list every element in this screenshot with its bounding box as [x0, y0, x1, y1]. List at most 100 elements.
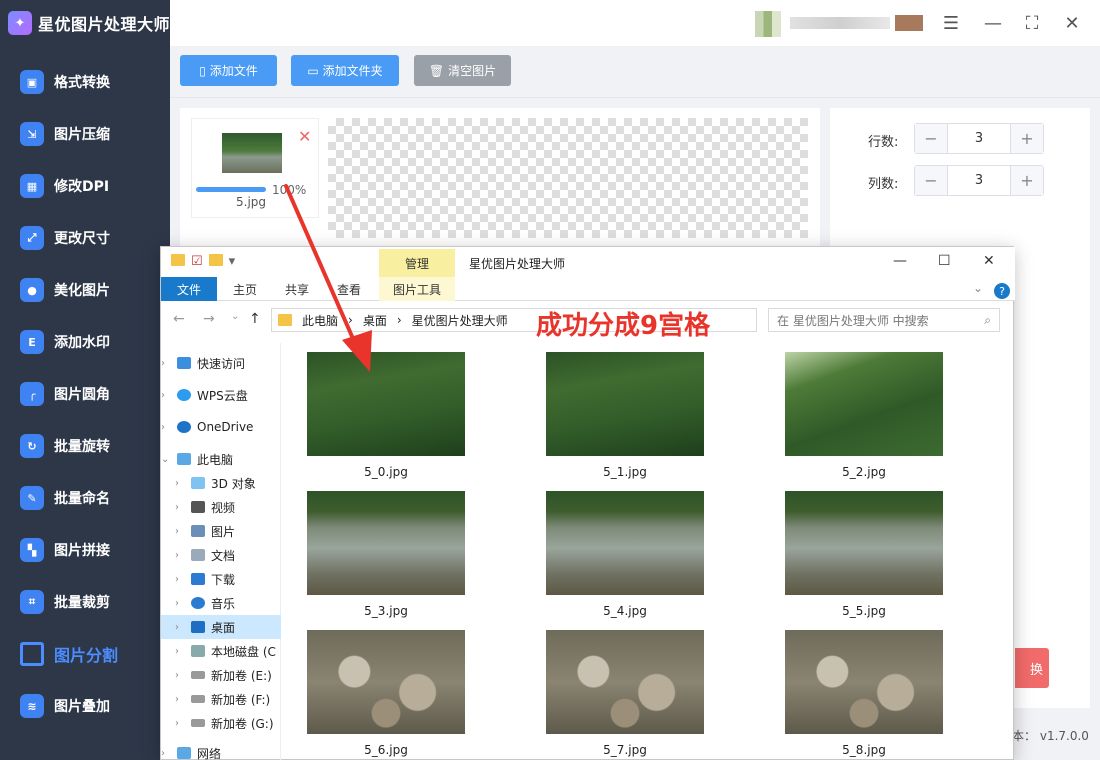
- nav-pictures[interactable]: › 图片: [161, 519, 281, 543]
- sidebar-item-split[interactable]: 图片分割: [0, 632, 170, 676]
- back-arrow-icon[interactable]: ←: [173, 311, 185, 327]
- ribbon-expand-icon[interactable]: ⌄: [973, 281, 983, 295]
- dropdown-icon[interactable]: ▾: [229, 254, 236, 269]
- sidebar-item-crop[interactable]: ⌗ 批量裁剪: [0, 580, 170, 624]
- file-thumbnail[interactable]: [307, 630, 465, 734]
- file-thumbnail[interactable]: [785, 352, 943, 456]
- nav-label: WPS云盘: [197, 388, 248, 403]
- nav-documents[interactable]: › 文档: [161, 543, 281, 567]
- properties-icon[interactable]: ☑: [191, 254, 203, 269]
- nav-volume-f[interactable]: › 新加卷 (F:): [161, 687, 281, 711]
- file-thumbnail[interactable]: [546, 630, 704, 734]
- nav-videos[interactable]: › 视频: [161, 495, 281, 519]
- tab-picture-tools[interactable]: 图片工具: [379, 277, 455, 301]
- search-placeholder: 在 星优图片处理大师 中搜索: [777, 313, 929, 328]
- sidebar-item-watermark[interactable]: E 添加水印: [0, 320, 170, 364]
- sidebar-item-resize[interactable]: ⤢ 更改尺寸: [0, 216, 170, 260]
- folder-icon: ▭: [307, 63, 319, 78]
- nav-quick-access[interactable]: › 快速访问: [161, 351, 281, 375]
- cols-stepper[interactable]: − 3 +: [914, 165, 1044, 196]
- image-convert-icon: ▣: [20, 70, 44, 94]
- forward-arrow-icon[interactable]: →: [203, 311, 215, 327]
- nav-volume-e[interactable]: › 新加卷 (E:): [161, 663, 281, 687]
- cols-increment-button[interactable]: +: [1011, 166, 1043, 195]
- file-thumbnail[interactable]: [785, 630, 943, 734]
- nav-3d-objects[interactable]: › 3D 对象: [161, 471, 281, 495]
- file-thumbnail[interactable]: [307, 491, 465, 595]
- file-thumbnail[interactable]: [546, 491, 704, 595]
- rows-stepper[interactable]: − 3 +: [914, 123, 1044, 154]
- cols-decrement-button[interactable]: −: [915, 166, 947, 195]
- nav-volume-g[interactable]: › 新加卷 (G:): [161, 711, 281, 735]
- sidebar-item-round-corner[interactable]: ╭ 图片圆角: [0, 372, 170, 416]
- add-file-button[interactable]: ▯ 添加文件: [180, 55, 277, 86]
- help-icon[interactable]: ?: [994, 283, 1010, 299]
- file-name[interactable]: 5_2.jpg: [785, 465, 943, 479]
- computer-icon: [177, 453, 191, 465]
- chevron-right-icon: ›: [175, 525, 179, 537]
- explorer-window-title: 星优图片处理大师: [469, 257, 566, 271]
- cols-value[interactable]: 3: [947, 166, 1011, 195]
- rows-increment-button[interactable]: +: [1011, 124, 1043, 153]
- preview-canvas: [328, 118, 808, 238]
- sidebar-item-beautify[interactable]: ● 美化图片: [0, 268, 170, 312]
- minimize-icon[interactable]: —: [982, 12, 1004, 34]
- chevron-right-icon: ›: [175, 549, 179, 561]
- file-name[interactable]: 5_4.jpg: [546, 604, 704, 618]
- minimize-icon[interactable]: —: [893, 253, 907, 269]
- up-arrow-icon[interactable]: ↑: [249, 311, 261, 327]
- clear-images-button[interactable]: 🗑 清空图片: [414, 55, 511, 86]
- convert-button[interactable]: 换: [1015, 648, 1049, 688]
- rows-label: 行数:: [868, 135, 899, 150]
- add-folder-button[interactable]: ▭ 添加文件夹: [291, 55, 399, 86]
- settings-sliders-icon[interactable]: ☰: [940, 12, 962, 34]
- new-folder-icon[interactable]: [208, 254, 223, 266]
- nav-desktop[interactable]: › 桌面: [161, 615, 281, 639]
- avatar[interactable]: [755, 11, 781, 37]
- sidebar-item-compress[interactable]: ⇲ 图片压缩: [0, 112, 170, 156]
- folder-icon[interactable]: [171, 254, 185, 266]
- tab-manage[interactable]: 管理: [379, 249, 455, 277]
- nav-local-disk-c[interactable]: › 本地磁盘 (C: [161, 639, 281, 663]
- sidebar-item-rotate[interactable]: ↻ 批量旋转: [0, 424, 170, 468]
- nav-downloads[interactable]: › 下载: [161, 567, 281, 591]
- maximize-icon[interactable]: ⛶: [1021, 12, 1043, 34]
- sidebar-item-overlay[interactable]: ≋ 图片叠加: [0, 684, 170, 728]
- file-name[interactable]: 5_8.jpg: [785, 743, 943, 757]
- nav-wps-cloud[interactable]: › WPS云盘: [161, 383, 281, 407]
- file-icon: ▯: [199, 63, 206, 78]
- file-name[interactable]: 5_7.jpg: [546, 743, 704, 757]
- remove-file-icon[interactable]: ✕: [298, 127, 311, 146]
- file-name[interactable]: 5_1.jpg: [546, 465, 704, 479]
- sidebar-item-rename[interactable]: ✎ 批量命名: [0, 476, 170, 520]
- tab-file[interactable]: 文件: [161, 277, 217, 301]
- file-thumbnail[interactable]: [546, 352, 704, 456]
- file-name[interactable]: 5_6.jpg: [307, 743, 465, 757]
- sidebar-item-format[interactable]: ▣ 格式转换: [0, 60, 170, 104]
- sidebar-item-label: 图片压缩: [54, 127, 110, 143]
- sidebar-item-dpi[interactable]: ▦ 修改DPI: [0, 164, 170, 208]
- sidebar-item-label: 图片分割: [54, 646, 119, 665]
- search-input[interactable]: 在 星优图片处理大师 中搜索 ⌕: [768, 308, 1000, 332]
- nav-this-pc[interactable]: ⌄ 此电脑: [161, 447, 281, 471]
- rows-decrement-button[interactable]: −: [915, 124, 947, 153]
- close-icon[interactable]: ✕: [983, 253, 995, 269]
- recent-dropdown-icon[interactable]: ⌄: [231, 311, 239, 322]
- file-thumbnail[interactable]: [785, 491, 943, 595]
- maximize-icon[interactable]: ☐: [938, 253, 951, 269]
- file-name[interactable]: 5_0.jpg: [307, 465, 465, 479]
- chevron-right-icon: ›: [161, 747, 165, 759]
- sidebar-item-stitch[interactable]: ▚ 图片拼接: [0, 528, 170, 572]
- file-name[interactable]: 5_3.jpg: [307, 604, 465, 618]
- breadcrumb-folder[interactable]: 星优图片处理大师: [412, 312, 508, 329]
- nav-network[interactable]: › 网络: [161, 741, 281, 760]
- tab-home[interactable]: 主页: [225, 277, 265, 301]
- rows-value[interactable]: 3: [947, 124, 1011, 153]
- close-icon[interactable]: ✕: [1061, 12, 1083, 34]
- nav-onedrive[interactable]: › OneDrive: [161, 415, 281, 439]
- sidebar-item-label: 修改DPI: [54, 179, 110, 195]
- file-name[interactable]: 5_5.jpg: [785, 604, 943, 618]
- nav-music[interactable]: › 音乐: [161, 591, 281, 615]
- rename-icon: ✎: [20, 486, 44, 510]
- nav-label: 桌面: [211, 620, 236, 635]
